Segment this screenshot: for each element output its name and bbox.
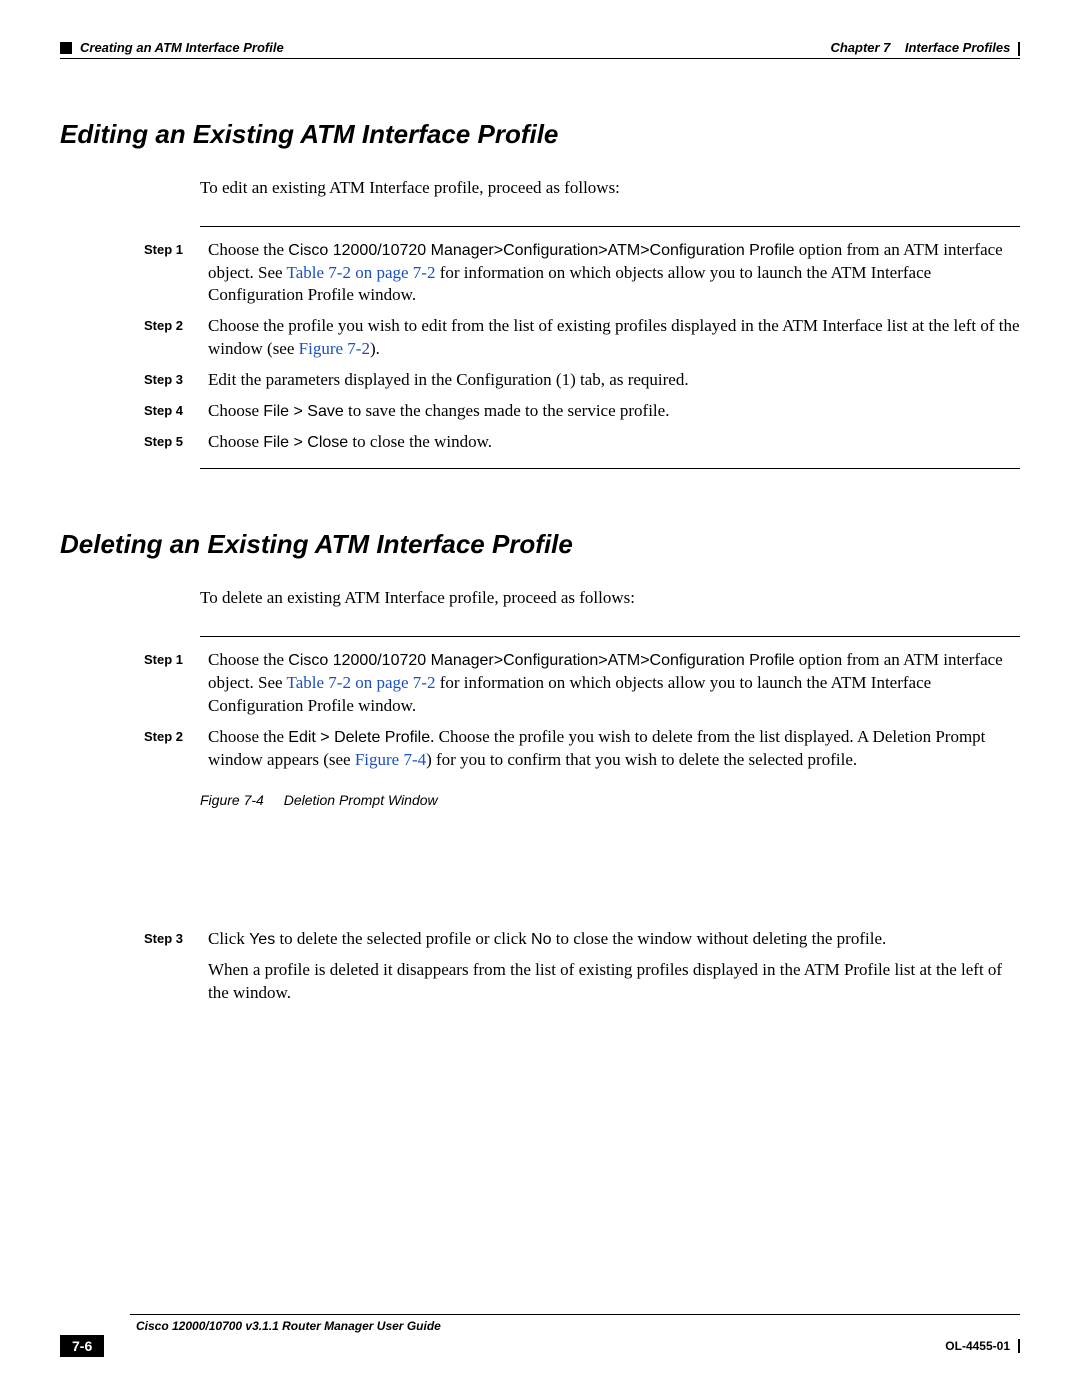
menu-path: Cisco 12000/10720 Manager>Configuration>… [288,652,794,669]
page-header: Creating an ATM Interface Profile Chapte… [60,40,1020,59]
xref-link[interactable]: Table 7-2 on page 7-2 [287,263,436,282]
header-marker-icon [60,42,72,54]
step-body: Choose the profile you wish to edit from… [208,315,1020,361]
header-right: Chapter 7 Interface Profiles [830,40,1020,56]
continuation-text: When a profile is deleted it disappears … [208,959,1020,1005]
section1-intro: To edit an existing ATM Interface profil… [200,178,1020,198]
step-label: Step 2 [144,726,200,772]
header-tick-icon [1018,42,1020,56]
figure-caption: Figure 7-4 Deletion Prompt Window [200,792,1020,808]
xref-link[interactable]: Table 7-2 on page 7-2 [287,673,436,692]
page: Creating an ATM Interface Profile Chapte… [0,0,1080,1397]
xref-link[interactable]: Figure 7-4 [355,750,426,769]
rule [200,468,1020,469]
step-row: Step 2 Choose the Edit > Delete Profile.… [60,726,1020,772]
rule [200,636,1020,637]
step-body: Choose the Edit > Delete Profile. Choose… [208,726,1020,772]
section2-intro: To delete an existing ATM Interface prof… [200,588,1020,608]
footer-guide-title: Cisco 12000/10700 v3.1.1 Router Manager … [136,1319,441,1333]
xref-link[interactable]: Figure 7-2 [299,339,370,358]
step-row: Step 4 Choose File > Save to save the ch… [60,400,1020,423]
header-left: Creating an ATM Interface Profile [60,40,284,55]
step-label: Step 1 [144,649,200,718]
page-footer: Cisco 12000/10700 v3.1.1 Router Manager … [60,1314,1020,1357]
step-label: Step 4 [144,400,200,423]
step-body: Choose the Cisco 12000/10720 Manager>Con… [208,239,1020,308]
header-chapter-num: Chapter 7 [830,40,890,55]
page-number: 7-6 [60,1335,104,1357]
footer-tick-icon [1018,1339,1020,1353]
step-row: Step 5 Choose File > Close to close the … [60,431,1020,454]
button-ref: Yes [249,931,275,948]
step-body: Choose File > Close to close the window. [208,431,1020,454]
footer-row1: Cisco 12000/10700 v3.1.1 Router Manager … [60,1319,1020,1333]
header-section-name: Creating an ATM Interface Profile [80,40,284,55]
step-label: Step 3 [144,369,200,392]
footer-row2: 7-6 OL-4455-01 [60,1335,1020,1357]
section-heading-editing: Editing an Existing ATM Interface Profil… [60,119,1020,150]
step-row: Step 3 Click Yes to delete the selected … [60,928,1020,951]
step-label: Step 3 [144,928,200,951]
menu-path: File > Save [263,403,343,420]
step-body: Choose the Cisco 12000/10720 Manager>Con… [208,649,1020,718]
header-chapter-title: Interface Profiles [905,40,1011,55]
rule [200,226,1020,227]
step-label: Step 5 [144,431,200,454]
step-row: Step 1 Choose the Cisco 12000/10720 Mana… [60,649,1020,718]
figure-title: Deletion Prompt Window [284,792,438,808]
button-ref: No [531,931,551,948]
step-label: Step 1 [144,239,200,308]
section-heading-deleting: Deleting an Existing ATM Interface Profi… [60,529,1020,560]
step-body: Edit the parameters displayed in the Con… [208,369,1020,392]
step-label: Step 2 [144,315,200,361]
footer-rule [130,1314,1020,1315]
step-row: Step 1 Choose the Cisco 12000/10720 Mana… [60,239,1020,308]
menu-path: File > Close [263,434,348,451]
step-body: Click Yes to delete the selected profile… [208,928,1020,951]
step-body: Choose File > Save to save the changes m… [208,400,1020,423]
menu-path: Cisco 12000/10720 Manager>Configuration>… [288,242,794,259]
step-row: Step 3 Edit the parameters displayed in … [60,369,1020,392]
step-row: Step 2 Choose the profile you wish to ed… [60,315,1020,361]
menu-path: Edit > Delete Profile [288,729,430,746]
document-id: OL-4455-01 [945,1339,1010,1353]
figure-number: Figure 7-4 [200,792,264,808]
